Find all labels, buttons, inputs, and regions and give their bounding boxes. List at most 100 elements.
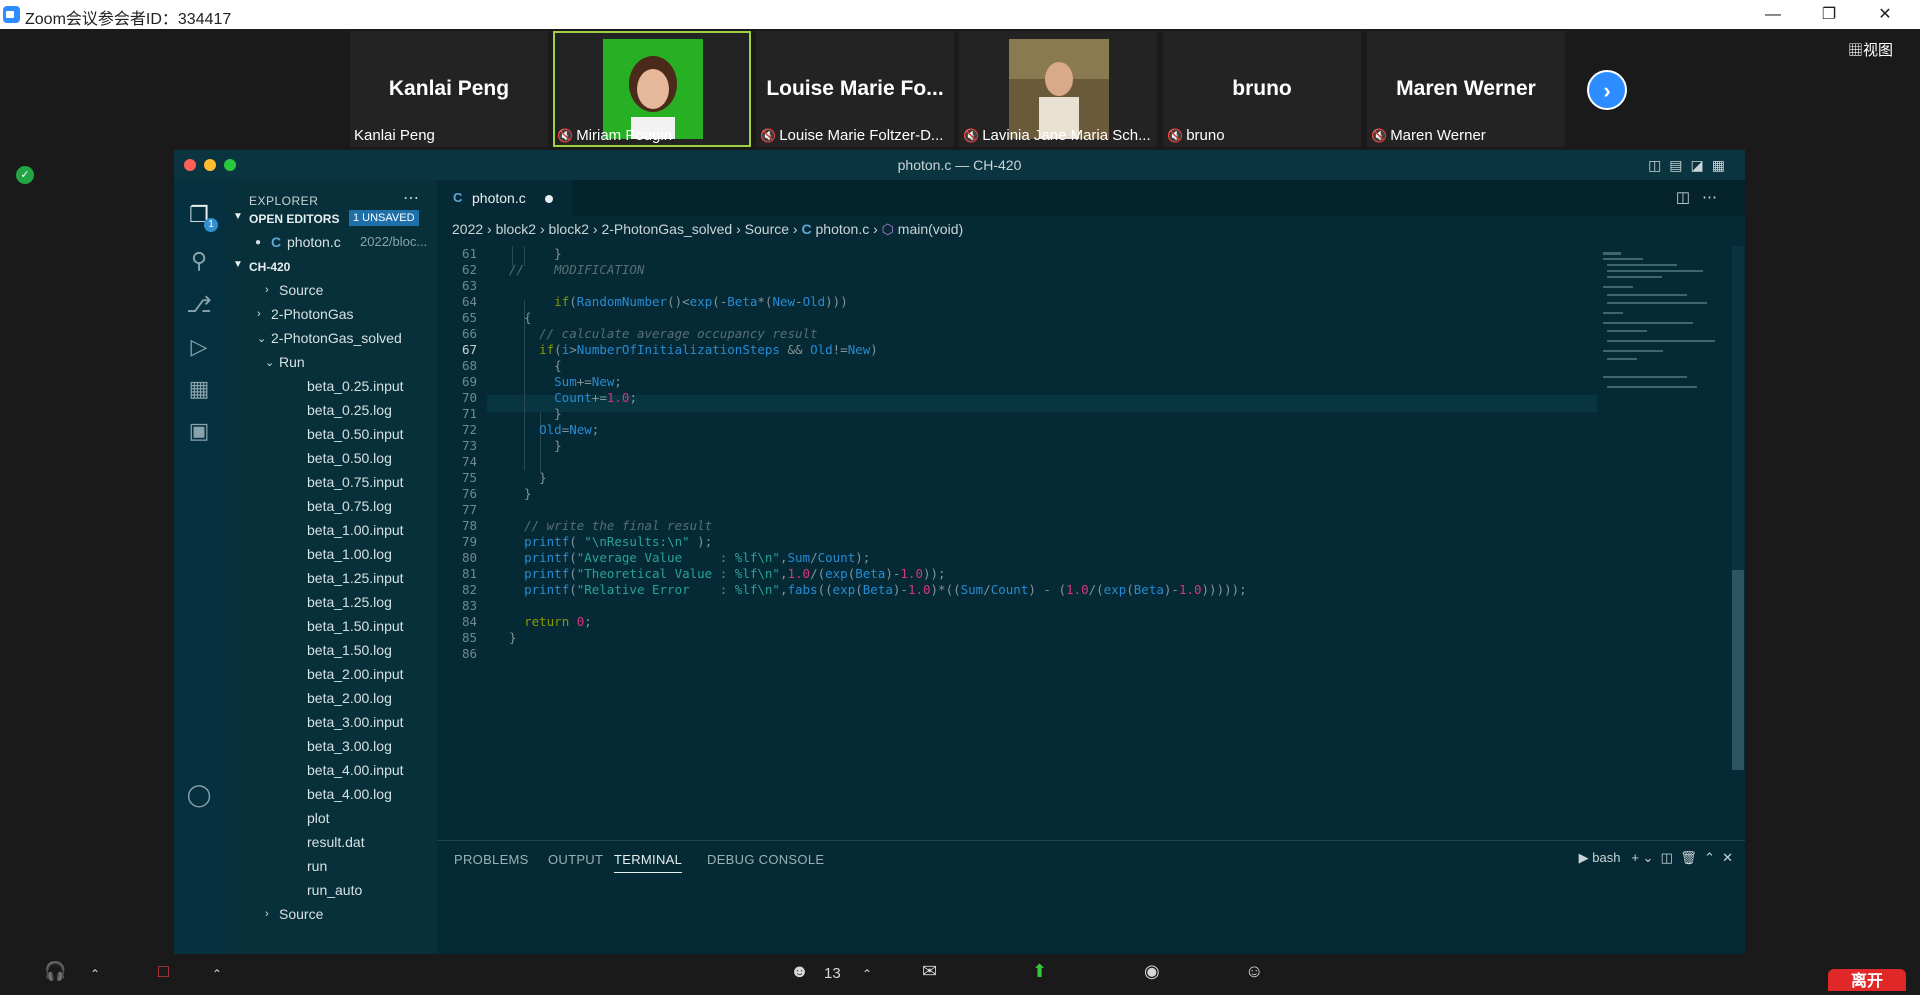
participant-tile[interactable]: bruno 🔇 bruno bbox=[1163, 31, 1361, 147]
tree-item[interactable]: beta_0.50.log bbox=[227, 446, 437, 470]
tree-item[interactable]: beta_0.75.log bbox=[227, 494, 437, 518]
participant-name-large: Louise Marie Fo... bbox=[766, 77, 944, 100]
trash-icon[interactable]: 🗑 bbox=[1680, 850, 1697, 865]
share-screen-icon[interactable]: ⬆ bbox=[1032, 961, 1047, 982]
tab-terminal[interactable]: TERMINAL bbox=[614, 852, 683, 873]
open-editors-section[interactable]: ▼ OPEN EDITORS 1 UNSAVED bbox=[227, 208, 437, 230]
tree-item[interactable]: beta_1.25.log bbox=[227, 590, 437, 614]
participant-label: 🔇 bruno bbox=[1167, 127, 1225, 144]
participant-tile[interactable]: Louise Marie Fo... 🔇 Louise Marie Foltzer… bbox=[756, 31, 954, 147]
video-off-icon[interactable]: □ bbox=[158, 961, 169, 982]
tree-item[interactable]: beta_0.25.input bbox=[227, 374, 437, 398]
account-icon[interactable]: ◯ bbox=[184, 780, 214, 810]
chevron-down-icon[interactable]: ⌄ bbox=[1643, 850, 1654, 865]
tree-item[interactable]: run_auto bbox=[227, 878, 437, 902]
chevron-up-icon[interactable]: ⌃ bbox=[90, 967, 100, 981]
run-debug-icon[interactable]: ▷ bbox=[184, 332, 214, 362]
tree-item[interactable]: result.dat bbox=[227, 830, 437, 854]
line-number: 81 bbox=[461, 566, 477, 581]
terminal-selector[interactable]: bash bbox=[1592, 850, 1620, 865]
chevron-up-icon[interactable]: ⌃ bbox=[212, 967, 222, 981]
tree-item[interactable]: beta_2.00.log bbox=[227, 686, 437, 710]
tab-problems[interactable]: PROBLEMS bbox=[454, 852, 529, 867]
unsaved-dot-icon[interactable] bbox=[545, 195, 553, 203]
chevron-right-icon: › bbox=[265, 908, 269, 920]
leave-button[interactable]: 离开 bbox=[1828, 969, 1906, 991]
close-panel-icon[interactable]: ✕ bbox=[1722, 850, 1733, 865]
unsaved-dot-icon: ● bbox=[255, 237, 262, 248]
chevron-up-icon[interactable]: ⌃ bbox=[862, 967, 872, 981]
editor-actions[interactable]: ◫⋯ bbox=[1676, 188, 1729, 206]
participant-label: 🔇 Lavinia Jane Maria Sch... bbox=[963, 127, 1151, 144]
code-line: } bbox=[509, 486, 532, 501]
participants-icon[interactable]: ☻ bbox=[790, 961, 809, 982]
minimize-button[interactable]: — bbox=[1750, 0, 1796, 29]
chat-icon[interactable]: ✉ bbox=[922, 961, 937, 982]
close-button[interactable]: ✕ bbox=[1862, 0, 1908, 29]
minimap[interactable] bbox=[1599, 246, 1719, 666]
scrollbar-thumb[interactable] bbox=[1732, 570, 1744, 770]
audio-headset-icon[interactable]: 🎧 bbox=[44, 961, 66, 982]
tree-item[interactable]: beta_4.00.log bbox=[227, 782, 437, 806]
view-button[interactable]: ▦视图 bbox=[1848, 39, 1893, 60]
tree-item[interactable]: plot bbox=[227, 806, 437, 830]
tree-item[interactable]: beta_4.00.input bbox=[227, 758, 437, 782]
explorer-title: EXPLORER bbox=[249, 194, 319, 208]
participant-tile[interactable]: 🔇 Lavinia Jane Maria Sch... bbox=[959, 31, 1157, 147]
tree-item[interactable]: beta_0.75.input bbox=[227, 470, 437, 494]
split-editor-icon[interactable]: ◫ bbox=[1676, 189, 1702, 206]
tree-item[interactable]: ⌄ Run bbox=[227, 350, 437, 374]
tree-item[interactable]: ⌄ 2-PhotonGas_solved bbox=[227, 326, 437, 350]
panel-tab-bar: PROBLEMS OUTPUT TERMINAL DEBUG CONSOLE ▶… bbox=[437, 840, 1745, 875]
tab-output[interactable]: OUTPUT bbox=[548, 852, 603, 867]
more-actions-icon[interactable]: ⋯ bbox=[1702, 189, 1729, 206]
more-actions-icon[interactable]: ⋯ bbox=[403, 188, 419, 208]
tree-item[interactable]: › Source bbox=[227, 902, 437, 926]
reactions-icon[interactable]: ☺ bbox=[1245, 961, 1263, 982]
participant-tile[interactable]: Maren Werner 🔇 Maren Werner bbox=[1367, 31, 1565, 147]
participant-name-large: Maren Werner bbox=[1396, 77, 1536, 100]
tree-item[interactable]: beta_1.50.input bbox=[227, 614, 437, 638]
tree-item[interactable]: › Source bbox=[227, 278, 437, 302]
tree-item[interactable]: beta_1.00.input bbox=[227, 518, 437, 542]
tree-item[interactable]: beta_0.50.input bbox=[227, 422, 437, 446]
tree-item[interactable]: beta_1.50.log bbox=[227, 638, 437, 662]
code-line: { bbox=[509, 310, 532, 325]
tree-item-label: beta_0.25.log bbox=[307, 402, 392, 418]
layout-toggle-icons[interactable]: ◫▤◪▦ bbox=[1648, 157, 1733, 174]
maximize-panel-icon[interactable]: ⌃ bbox=[1704, 850, 1715, 865]
extensions-icon[interactable]: ▦ bbox=[184, 374, 214, 404]
tree-item-label: Run bbox=[279, 354, 305, 370]
tree-item[interactable]: beta_0.25.log bbox=[227, 398, 437, 422]
project-section[interactable]: ▼ CH-420 bbox=[227, 256, 437, 278]
code-line: printf("Theoretical Value : %lf\n",1.0/(… bbox=[524, 566, 946, 581]
participant-tile[interactable]: Kanlai Peng Kanlai Peng bbox=[350, 31, 548, 147]
code-editor[interactable]: 61 62 63 64 65 66 67 68 69 70 71 72 73 74 75 76 77 78 79 80… bbox=[437, 246, 1607, 806]
line-number: 70 bbox=[461, 390, 477, 405]
tab-photon-c[interactable]: C photon.c bbox=[437, 180, 572, 216]
tree-item[interactable]: beta_1.25.input bbox=[227, 566, 437, 590]
tree-item[interactable]: beta_1.00.log bbox=[227, 542, 437, 566]
function-cube-icon: ⬡ bbox=[881, 221, 894, 237]
search-icon[interactable]: ⚲ bbox=[184, 246, 214, 276]
tree-item[interactable]: beta_3.00.input bbox=[227, 710, 437, 734]
code-line: { bbox=[509, 358, 562, 373]
open-editor-item[interactable]: ● C photon.c 2022/bloc... bbox=[227, 230, 437, 254]
participant-tile-active[interactable]: 🔇 Miriam Pougin bbox=[553, 31, 751, 147]
source-control-icon[interactable]: ⎇ bbox=[184, 290, 214, 320]
restore-button[interactable]: ❐ bbox=[1806, 0, 1852, 29]
tree-item[interactable]: run bbox=[227, 854, 437, 878]
split-terminal-icon[interactable]: ◫ bbox=[1661, 850, 1673, 865]
vscode-title-bar: photon.c — CH-420 ◫▤◪▦ bbox=[174, 150, 1745, 181]
new-terminal-icon[interactable]: + bbox=[1631, 850, 1639, 865]
tree-item[interactable]: › 2-PhotonGas bbox=[227, 302, 437, 326]
line-number: 66 bbox=[461, 326, 477, 341]
tab-debug-console[interactable]: DEBUG CONSOLE bbox=[707, 852, 824, 867]
tree-item[interactable]: beta_3.00.log bbox=[227, 734, 437, 758]
tree-item[interactable]: beta_2.00.input bbox=[227, 662, 437, 686]
code-line: Count+=1.0; bbox=[554, 390, 637, 405]
record-icon[interactable]: ◉ bbox=[1144, 961, 1160, 982]
next-participants-button[interactable]: › bbox=[1587, 70, 1627, 110]
security-shield-icon[interactable]: ✓ bbox=[16, 166, 34, 184]
remote-explorer-icon[interactable]: ▣ bbox=[184, 416, 214, 446]
